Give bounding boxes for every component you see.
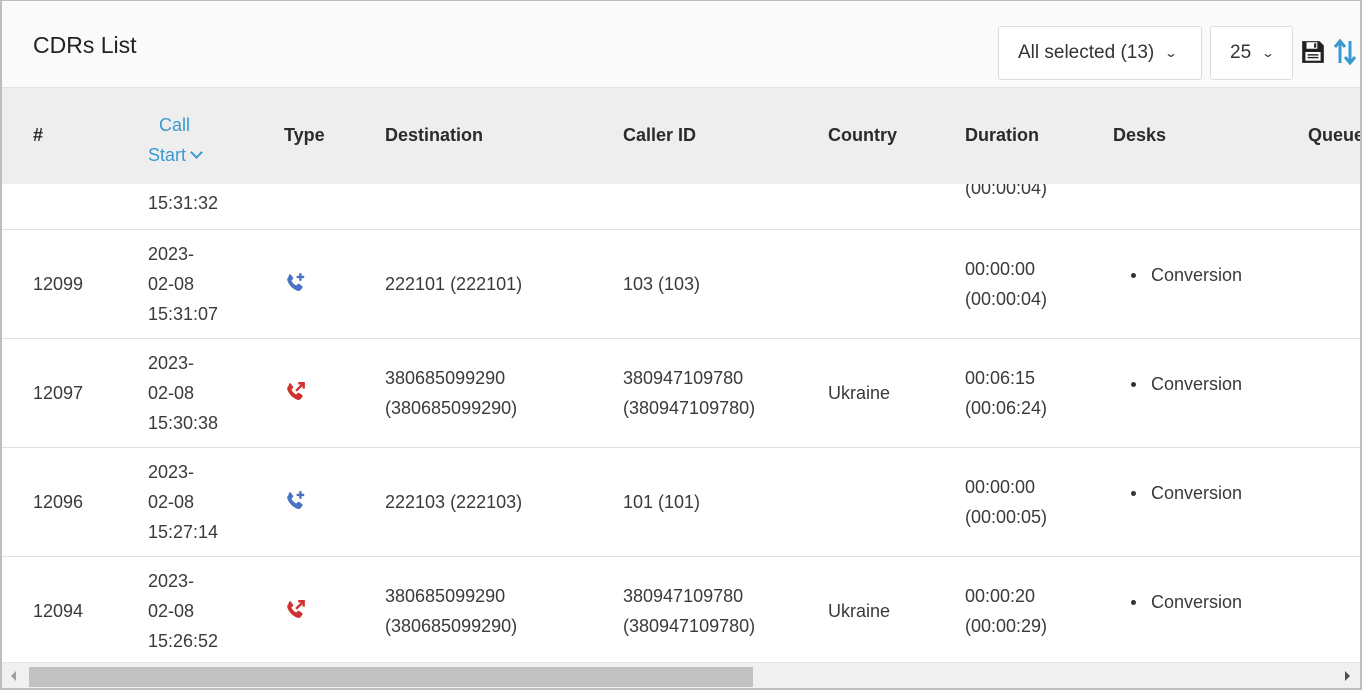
page-title: CDRs List <box>33 32 137 58</box>
caller-id: 380947109780 (380947109780) <box>623 363 755 423</box>
duration-total: (00:00:05) <box>965 507 1048 527</box>
column-header-destination[interactable]: Destination <box>385 125 483 146</box>
column-header-duration[interactable]: Duration <box>965 125 1039 146</box>
panel-header: CDRs List All selected (13) ⌄ 25 ⌄ <box>2 1 1360 88</box>
scrollbar-thumb[interactable] <box>29 667 753 687</box>
call-start-date-part1: 2023- <box>148 353 195 373</box>
call-start-time: 15:31:07 <box>148 304 219 324</box>
duration: 00:00:20 (00:00:29) <box>965 581 1047 641</box>
caller-id-number: 103 (103) <box>623 274 701 294</box>
chevron-down-icon: ⌄ <box>1261 46 1276 60</box>
columns-select[interactable]: All selected (13) ⌄ <box>998 26 1202 80</box>
column-header-caller-id[interactable]: Caller ID <box>623 125 696 146</box>
sort-desc-icon <box>190 146 203 159</box>
country: Ukraine <box>828 601 891 621</box>
column-header-call-start[interactable]: Call Start <box>148 110 203 170</box>
table-row[interactable]: 12094 2023- 02-08 15:26:52 380685099290 … <box>2 557 1360 664</box>
scroll-right-arrow-icon[interactable] <box>1345 671 1350 681</box>
duration-total: (00:00:04) <box>965 289 1048 309</box>
desk-item: Conversion <box>1131 478 1242 508</box>
caller-id-number: 380947109780 <box>623 368 744 388</box>
call-start-label-line2: Start <box>148 145 187 165</box>
destination-number-raw: (380685099290) <box>385 398 518 418</box>
table-row[interactable]: 12096 2023- 02-08 15:27:14 222103 (22210… <box>2 448 1360 557</box>
duration-total: (00:06:24) <box>965 398 1048 418</box>
outgoing-call-icon <box>282 380 308 406</box>
destination: 222103 (222103) <box>385 487 522 517</box>
horizontal-scrollbar[interactable] <box>2 662 1360 688</box>
caller-id: 103 (103) <box>623 269 700 299</box>
call-start-time: 15:31:32 <box>148 193 219 213</box>
page-size-value: 25 <box>1230 42 1252 63</box>
destination: 380685099290 (380685099290) <box>385 363 517 423</box>
destination-number: 222101 (222101) <box>385 274 523 294</box>
internal-call-icon <box>282 489 308 515</box>
call-start-date-part1: 2023- <box>148 571 195 591</box>
column-header-type[interactable]: Type <box>284 125 325 146</box>
call-start-date-part2: 02-08 <box>148 383 195 403</box>
call-start-time: 15:30:38 <box>148 413 219 433</box>
cdr-id: 12099 <box>33 274 84 294</box>
call-start: 2023- 02-08 15:26:52 <box>148 566 218 656</box>
call-start-date-part2: 02-08 <box>148 601 195 621</box>
caller-id: 380947109780 (380947109780) <box>623 581 755 641</box>
table-header: # Call Start Type Destination Caller ID … <box>2 88 1360 184</box>
call-start: 2023- 02-08 15:31:07 <box>148 239 218 329</box>
caller-id: 101 (101) <box>623 487 700 517</box>
destination-number-raw: (380685099290) <box>385 616 518 636</box>
destination-number: 380685099290 <box>385 368 506 388</box>
desk-item: Conversion <box>1131 587 1242 617</box>
destination-number: 380685099290 <box>385 586 506 606</box>
caller-id-number: 380947109780 <box>623 586 744 606</box>
table-row-partial[interactable]: 15:31:32 (00:00:04) <box>2 184 1360 230</box>
call-start-label-line1: Call <box>159 115 191 135</box>
table-body: 15:31:32 (00:00:04) 12099 2023- 02-08 15… <box>2 184 1360 664</box>
columns-select-value: All selected (13) <box>1018 42 1155 63</box>
cdr-id: 12097 <box>33 383 84 403</box>
page-size-select[interactable]: 25 ⌄ <box>1210 26 1293 80</box>
destination: 222101 (222101) <box>385 269 522 299</box>
duration: 00:06:15 (00:06:24) <box>965 363 1047 423</box>
duration-billed: 00:00:00 <box>965 259 1036 279</box>
call-start: 2023- 02-08 15:27:14 <box>148 457 218 547</box>
duration-total: (00:00:04) <box>965 184 1048 198</box>
call-start-date-part2: 02-08 <box>148 492 195 512</box>
sort-arrows-icon[interactable] <box>1333 38 1357 71</box>
duration-billed: 00:00:00 <box>965 477 1036 497</box>
call-start-date-part1: 2023- <box>148 462 195 482</box>
outgoing-call-icon <box>282 598 308 624</box>
table-row[interactable]: 12099 2023- 02-08 15:31:07 222101 (22210… <box>2 230 1360 339</box>
column-header-country[interactable]: Country <box>828 125 897 146</box>
duration-total: (00:00:29) <box>965 616 1048 636</box>
cdr-id: 12096 <box>33 492 84 512</box>
caller-id-number-raw: (380947109780) <box>623 398 756 418</box>
caller-id-number: 101 (101) <box>623 492 701 512</box>
call-start-time: 15:27:14 <box>148 522 219 542</box>
call-start-date-part2: 02-08 <box>148 274 195 294</box>
internal-call-icon <box>282 271 308 297</box>
column-header-desks[interactable]: Desks <box>1113 125 1166 146</box>
desk-item: Conversion <box>1131 369 1242 399</box>
call-start-time: 15:26:52 <box>148 631 219 651</box>
duration: 00:00:00 (00:00:04) <box>965 254 1047 314</box>
cdrs-panel: CDRs List All selected (13) ⌄ 25 ⌄ # Cal… <box>0 0 1362 690</box>
column-header-id[interactable]: # <box>33 125 43 146</box>
destination: 380685099290 (380685099290) <box>385 581 517 641</box>
cdr-id: 12094 <box>33 601 84 621</box>
destination-number: 222103 (222103) <box>385 492 523 512</box>
column-header-queue[interactable]: Queue <box>1308 125 1360 146</box>
save-icon[interactable] <box>1300 39 1326 70</box>
scroll-left-arrow-icon[interactable] <box>11 671 16 681</box>
duration-billed: 00:00:20 <box>965 586 1036 606</box>
duration: 00:00:00 (00:00:05) <box>965 472 1047 532</box>
chevron-down-icon: ⌄ <box>1164 46 1179 60</box>
duration-billed: 00:06:15 <box>965 368 1036 388</box>
call-start: 2023- 02-08 15:30:38 <box>148 348 218 438</box>
call-start-date-part1: 2023- <box>148 244 195 264</box>
table-row[interactable]: 12097 2023- 02-08 15:30:38 380685099290 … <box>2 339 1360 448</box>
caller-id-number-raw: (380947109780) <box>623 616 756 636</box>
desk-item: Conversion <box>1131 260 1242 290</box>
country: Ukraine <box>828 383 891 403</box>
